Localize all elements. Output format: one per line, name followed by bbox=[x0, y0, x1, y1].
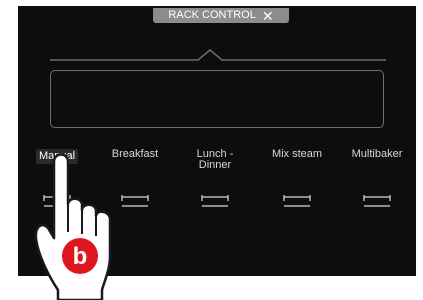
badge-letter: b bbox=[73, 243, 88, 270]
pointing-hand-icon: b bbox=[34, 153, 112, 300]
header-title: RACK CONTROL bbox=[168, 9, 256, 21]
pointer-divider bbox=[50, 49, 386, 61]
close-icon[interactable]: ✕ bbox=[262, 9, 274, 23]
mode-label: Multibaker bbox=[351, 148, 403, 160]
mode-button-lunch-dinner[interactable]: Lunch - Dinner bbox=[178, 149, 252, 249]
mode-label: Mix steam bbox=[271, 148, 323, 160]
mode-button-multibaker[interactable]: Multibaker bbox=[340, 149, 414, 249]
rack-icon bbox=[201, 195, 229, 207]
display-area bbox=[50, 70, 384, 128]
rack-icon bbox=[363, 195, 391, 207]
mode-button-mix-steam[interactable]: Mix steam bbox=[260, 149, 334, 249]
rack-icon bbox=[283, 195, 311, 207]
rack-control-header: RACK CONTROL ✕ bbox=[153, 8, 289, 23]
mode-label: Lunch - Dinner bbox=[196, 148, 234, 171]
